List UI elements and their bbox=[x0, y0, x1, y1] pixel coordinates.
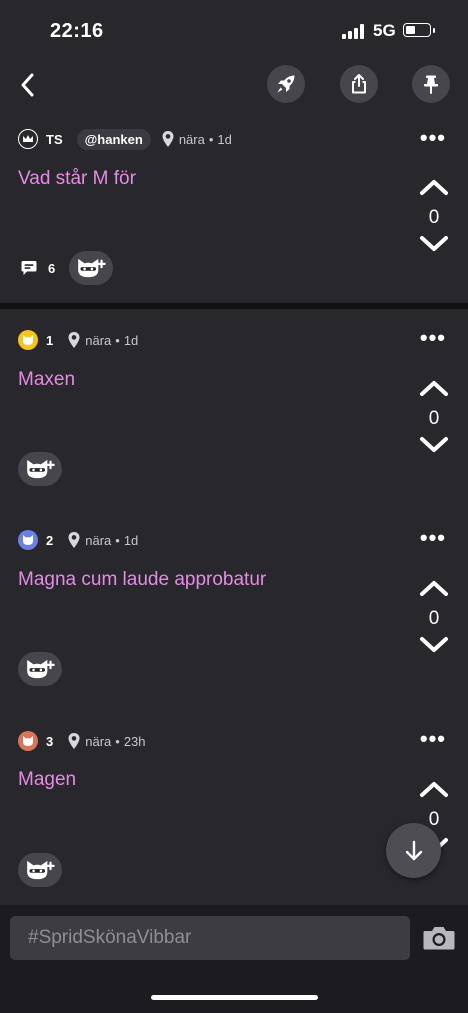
downvote-chevron-icon[interactable] bbox=[419, 636, 449, 654]
post-meta: 3 nära • 23h bbox=[18, 730, 146, 752]
status-bar: 22:16 5G bbox=[0, 0, 468, 60]
reply-post: 2 nära • 1d ••• Magna cum laude approbat… bbox=[0, 525, 468, 704]
post-age: 1d bbox=[217, 131, 232, 147]
original-post: TS @hanken nära • 1d ••• Vad står M för … bbox=[0, 125, 468, 303]
share-icon bbox=[352, 74, 366, 94]
vote-control: 0 bbox=[418, 579, 450, 659]
share-button[interactable] bbox=[340, 65, 378, 103]
home-indicator bbox=[151, 995, 318, 1000]
more-options-button[interactable]: ••• bbox=[420, 525, 446, 551]
author-rank: 1 bbox=[46, 332, 54, 348]
status-time: 22:16 bbox=[50, 20, 104, 42]
reply-post: 1 nära • 1d ••• Maxen 0 bbox=[0, 325, 468, 504]
thread-divider bbox=[0, 303, 468, 309]
add-reaction-button[interactable] bbox=[18, 452, 62, 486]
downvote-chevron-icon[interactable] bbox=[419, 436, 449, 454]
post-text: Maxen bbox=[18, 369, 76, 390]
upvote-chevron-icon[interactable] bbox=[419, 379, 449, 397]
author-rank: 3 bbox=[46, 733, 54, 749]
anonymous-avatar-icon bbox=[18, 731, 38, 751]
rocket-icon bbox=[277, 75, 295, 93]
post-meta: 2 nära • 1d bbox=[18, 529, 138, 551]
cat-plus-icon bbox=[25, 859, 55, 881]
back-button[interactable] bbox=[14, 70, 44, 100]
top-nav bbox=[0, 60, 468, 110]
vote-control: 0 bbox=[418, 379, 450, 459]
vote-count: 0 bbox=[428, 408, 440, 429]
vote-control: 0 bbox=[418, 178, 450, 258]
more-options-button[interactable]: ••• bbox=[420, 726, 446, 752]
boost-button[interactable] bbox=[267, 65, 305, 103]
pin-button[interactable] bbox=[412, 65, 450, 103]
location-label: nära bbox=[85, 332, 112, 348]
meta-dot: • bbox=[115, 332, 120, 348]
add-reaction-button[interactable] bbox=[18, 652, 62, 686]
cat-plus-icon bbox=[25, 658, 55, 680]
location-pin-icon bbox=[67, 531, 81, 549]
author-rank: 2 bbox=[46, 532, 54, 548]
post-age: 1d bbox=[123, 332, 139, 348]
cat-plus-icon bbox=[25, 458, 55, 480]
add-reaction-button[interactable] bbox=[18, 853, 62, 887]
post-age: 23h bbox=[123, 733, 146, 749]
vote-count: 0 bbox=[428, 207, 440, 228]
crown-icon bbox=[18, 129, 38, 149]
post-meta: 1 nära • 1d bbox=[18, 329, 138, 351]
scroll-down-button[interactable] bbox=[386, 823, 441, 878]
reply-composer bbox=[0, 905, 468, 1013]
network-label: 5G bbox=[373, 21, 396, 40]
author-rank: TS bbox=[46, 131, 63, 147]
comments-counter[interactable]: 6 bbox=[20, 259, 55, 277]
anonymous-avatar-icon bbox=[18, 330, 38, 350]
downvote-chevron-icon[interactable] bbox=[419, 235, 449, 253]
post-text: Magen bbox=[18, 769, 77, 790]
chevron-left-icon bbox=[21, 73, 34, 97]
comment-count: 6 bbox=[48, 260, 56, 276]
post-meta: TS @hanken nära • 1d bbox=[18, 128, 232, 150]
location-label: nära bbox=[85, 532, 112, 548]
post-text: Vad står M för bbox=[18, 168, 136, 189]
meta-dot: • bbox=[115, 733, 120, 749]
post-text: Magna cum laude approbatur bbox=[18, 569, 267, 590]
arrow-down-icon bbox=[405, 840, 422, 860]
anonymous-avatar-icon bbox=[18, 530, 38, 550]
meta-dot: • bbox=[115, 532, 120, 548]
upvote-chevron-icon[interactable] bbox=[419, 178, 449, 196]
location-label: nära bbox=[85, 733, 112, 749]
location-pin-icon bbox=[161, 130, 175, 148]
pushpin-icon bbox=[424, 75, 438, 94]
upvote-chevron-icon[interactable] bbox=[419, 579, 449, 597]
more-options-button[interactable]: ••• bbox=[420, 125, 446, 151]
location-pin-icon bbox=[67, 732, 81, 750]
camera-icon bbox=[423, 927, 455, 950]
post-age: 1d bbox=[123, 532, 139, 548]
cat-plus-icon bbox=[76, 257, 106, 279]
location-pin-icon bbox=[67, 331, 81, 349]
upvote-chevron-icon[interactable] bbox=[419, 780, 449, 798]
meta-dot: • bbox=[208, 131, 214, 147]
camera-button[interactable] bbox=[422, 924, 456, 952]
location-label: nära bbox=[178, 131, 205, 147]
comment-icon bbox=[21, 261, 37, 275]
battery-icon bbox=[403, 23, 435, 37]
author-handle[interactable]: @hanken bbox=[76, 128, 151, 150]
reply-input[interactable] bbox=[10, 916, 410, 960]
add-reaction-button[interactable] bbox=[69, 251, 113, 285]
signal-icon bbox=[342, 23, 366, 39]
more-options-button[interactable]: ••• bbox=[420, 325, 446, 351]
vote-count: 0 bbox=[428, 608, 440, 629]
